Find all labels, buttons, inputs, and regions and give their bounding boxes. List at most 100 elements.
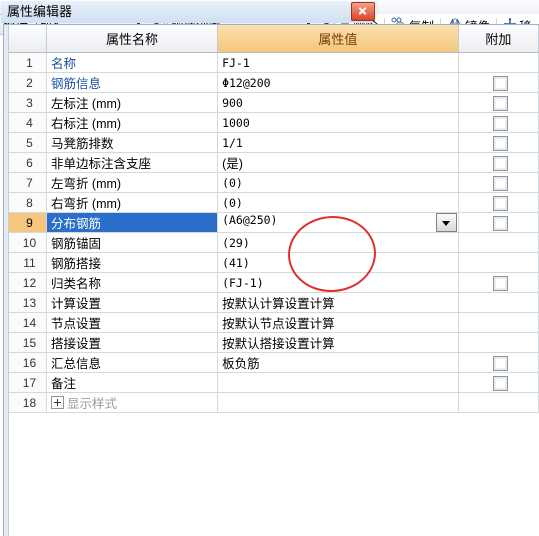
attach-checkbox[interactable] — [492, 376, 508, 391]
attach-checkbox[interactable] — [492, 76, 508, 91]
property-row-节点设置[interactable]: 14 节点设置 按默认节点设置计算 — [9, 312, 539, 333]
attach-cell — [458, 52, 539, 73]
attach-cell — [458, 132, 539, 153]
property-value[interactable]: (FJ-1) — [217, 272, 459, 293]
property-name: 名称 — [46, 52, 219, 73]
property-dialog-title: 属性编辑器 — [7, 4, 73, 19]
attach-cell — [458, 72, 539, 93]
property-row-汇总信息[interactable]: 16 汇总信息 板负筋 — [9, 352, 539, 373]
attach-checkbox[interactable] — [492, 116, 508, 131]
property-name: 分布钢筋 — [46, 212, 219, 233]
row-number: 12 — [9, 272, 47, 293]
attach-cell — [458, 192, 539, 213]
attach-cell — [458, 312, 539, 333]
property-value[interactable]: Φ12@200 — [217, 72, 459, 93]
property-name: 钢筋搭接 — [46, 252, 219, 273]
attach-checkbox[interactable] — [492, 176, 508, 191]
attach-checkbox[interactable] — [492, 156, 508, 171]
attach-cell — [458, 352, 539, 373]
row-number: 11 — [9, 252, 47, 273]
close-icon[interactable] — [351, 2, 375, 21]
row-number: 3 — [9, 92, 47, 113]
row-number: 5 — [9, 132, 47, 153]
attach-cell — [458, 232, 539, 253]
property-row-备注[interactable]: 17 备注 — [9, 372, 539, 393]
property-value[interactable] — [217, 392, 459, 413]
attach-cell — [458, 112, 539, 133]
property-value[interactable]: FJ-1 — [217, 52, 459, 73]
property-row-名称[interactable]: 1 名称 FJ-1 — [9, 52, 539, 73]
attach-cell — [458, 92, 539, 113]
property-value[interactable] — [217, 372, 459, 393]
property-value[interactable]: 按默认搭接设置计算 — [217, 332, 459, 353]
attach-cell — [458, 392, 539, 413]
column-header-value: 属性值 — [217, 25, 459, 53]
row-number: 6 — [9, 152, 47, 173]
property-dialog-titlebar: 属性编辑器 — [1, 1, 375, 23]
property-name: 计算设置 — [46, 292, 219, 313]
row-number: 18 — [9, 392, 47, 413]
property-grid-container: 属性名称 属性值 附加 1 名称 FJ-1 2 钢筋信息 Φ12@200 3 左标注 (mm)… — [3, 24, 539, 536]
attach-checkbox[interactable] — [492, 136, 508, 151]
value-dropdown-button[interactable] — [435, 213, 457, 232]
property-name: 归类名称 — [46, 272, 219, 293]
row-number: 10 — [9, 232, 47, 253]
property-row-计算设置[interactable]: 13 计算设置 按默认计算设置计算 — [9, 292, 539, 313]
row-number: 14 — [9, 312, 47, 333]
property-row-右弯折mm[interactable]: 8 右弯折 (mm) (0) — [9, 192, 539, 213]
column-header-name: 属性名称 — [46, 25, 219, 53]
attach-cell — [458, 332, 539, 353]
property-value[interactable]: 1000 — [217, 112, 459, 133]
property-name: 汇总信息 — [46, 352, 219, 373]
property-name: 右标注 (mm) — [46, 112, 219, 133]
property-name: 左弯折 (mm) — [46, 172, 219, 193]
attach-cell — [458, 252, 539, 273]
property-row-左标注mm[interactable]: 3 左标注 (mm) 900 — [9, 92, 539, 113]
attach-cell — [458, 212, 539, 233]
property-value[interactable]: 按默认计算设置计算 — [217, 292, 459, 313]
row-number: 17 — [9, 372, 47, 393]
attach-checkbox[interactable] — [492, 196, 508, 211]
property-name: 节点设置 — [46, 312, 219, 333]
attach-checkbox[interactable] — [492, 216, 508, 231]
property-value[interactable]: 900 — [217, 92, 459, 113]
property-grid-body: 1 名称 FJ-1 2 钢筋信息 Φ12@200 3 左标注 (mm) 900 4 右标注 (mm)… — [9, 52, 539, 413]
property-grid-header: 属性名称 属性值 附加 — [9, 25, 539, 53]
attach-cell — [458, 152, 539, 173]
property-value[interactable]: 1/1 — [217, 132, 459, 153]
property-name: 显示样式 — [46, 392, 219, 413]
property-row-右标注mm[interactable]: 4 右标注 (mm) 1000 — [9, 112, 539, 133]
attach-checkbox[interactable] — [492, 276, 508, 291]
property-row-钢筋锚固[interactable]: 10 钢筋锚固 (29) — [9, 232, 539, 253]
property-name: 备注 — [46, 372, 219, 393]
attach-cell — [458, 292, 539, 313]
property-value[interactable]: (0) — [217, 172, 459, 193]
property-name: 搭接设置 — [46, 332, 219, 353]
property-row-非单边标注含支座[interactable]: 6 非单边标注含支座 (是) — [9, 152, 539, 173]
attach-checkbox[interactable] — [492, 96, 508, 111]
property-row-搭接设置[interactable]: 15 搭接设置 按默认搭接设置计算 — [9, 332, 539, 353]
property-value[interactable]: (0) — [217, 192, 459, 213]
property-row-显示样式[interactable]: 18 显示样式 — [9, 392, 539, 413]
property-row-归类名称[interactable]: 12 归类名称 (FJ-1) — [9, 272, 539, 293]
property-value[interactable]: (A6@250) — [217, 212, 459, 233]
property-value[interactable]: 按默认节点设置计算 — [217, 312, 459, 333]
property-row-钢筋搭接[interactable]: 11 钢筋搭接 (41) — [9, 252, 539, 273]
row-number: 16 — [9, 352, 47, 373]
property-value[interactable]: 板负筋 — [217, 352, 459, 373]
property-value[interactable]: (是) — [217, 152, 459, 173]
row-number: 15 — [9, 332, 47, 353]
attach-checkbox[interactable] — [492, 356, 508, 371]
property-row-分布钢筋[interactable]: 9 分布钢筋 (A6@250) — [9, 212, 539, 233]
property-name: 钢筋锚固 — [46, 232, 219, 253]
property-row-钢筋信息[interactable]: 2 钢筋信息 Φ12@200 — [9, 72, 539, 93]
property-row-左弯折mm[interactable]: 7 左弯折 (mm) (0) — [9, 172, 539, 193]
property-editor-dialog: 属性编辑器 属性名称 属性值 附加 1 名称 FJ-1 2 钢筋信息 Φ12@200 3 左标… — [0, 0, 539, 536]
expand-plus-icon[interactable] — [50, 396, 64, 409]
property-row-马凳筋排数[interactable]: 5 马凳筋排数 1/1 — [9, 132, 539, 153]
property-name: 钢筋信息 — [46, 72, 219, 93]
row-number: 7 — [9, 172, 47, 193]
property-value[interactable]: (41) — [217, 252, 459, 273]
property-grid: 属性名称 属性值 附加 1 名称 FJ-1 2 钢筋信息 Φ12@200 3 左标注 (mm)… — [9, 25, 539, 413]
property-value[interactable]: (29) — [217, 232, 459, 253]
